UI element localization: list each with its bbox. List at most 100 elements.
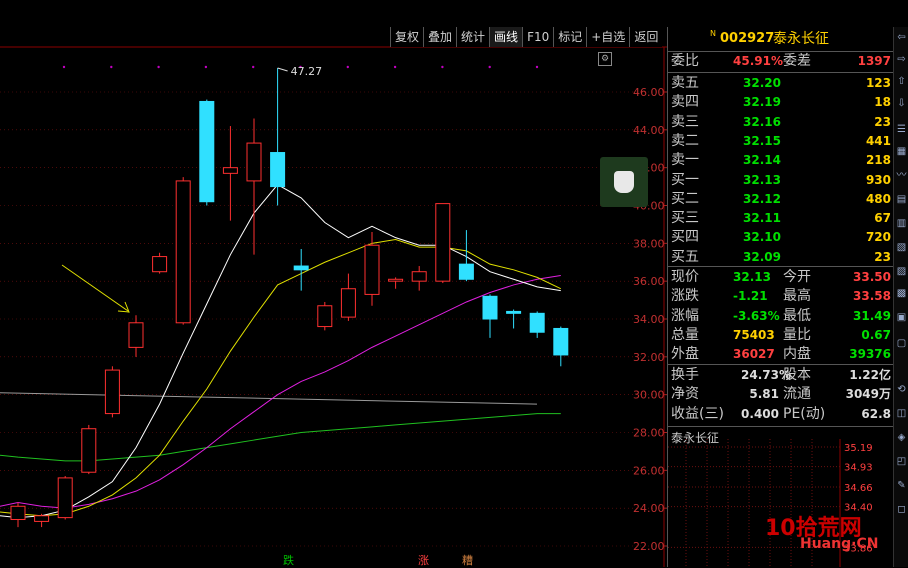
rs-icon[interactable]: ⟲ xyxy=(895,383,908,396)
grid-icon[interactable]: ▦ xyxy=(895,145,908,158)
fuquan-button[interactable]: 复权 xyxy=(390,27,424,47)
list-icon[interactable]: ☰ xyxy=(895,123,908,136)
level-label: 卖二 xyxy=(671,132,699,149)
level-price: 32.15 xyxy=(743,133,781,148)
ma-magenta-line xyxy=(0,274,561,509)
candle-body xyxy=(104,369,120,415)
box-icon[interactable]: ◻ xyxy=(895,503,908,516)
y-tick-label: 30.00 xyxy=(633,389,665,402)
divider xyxy=(668,72,894,73)
arrow-right-icon[interactable]: ⇨ xyxy=(895,53,908,66)
candle-body xyxy=(199,100,215,203)
floating-assistant-button[interactable] xyxy=(600,157,648,207)
candle-body xyxy=(411,271,427,282)
sub-tick-label: 34.93 xyxy=(844,463,873,474)
stat-row: 现价 32.13 今开 33.50 xyxy=(671,268,891,287)
candle-body xyxy=(175,180,191,324)
level-label: 卖四 xyxy=(671,94,699,111)
stat-value: 33.50 xyxy=(853,270,891,284)
y-tick-label: 32.00 xyxy=(633,351,665,364)
arrow-left-icon[interactable]: ⇦ xyxy=(895,31,908,44)
back-button[interactable]: 返回 xyxy=(629,27,663,47)
settings-icon[interactable]: ⚙ xyxy=(598,52,612,66)
panel-icon[interactable]: ▣ xyxy=(895,311,908,324)
divider xyxy=(668,426,894,427)
top-marker-dot xyxy=(110,65,113,69)
draw-line-button[interactable]: 画线 xyxy=(489,27,523,47)
fund-value: 3049万 xyxy=(845,387,891,402)
file-icon[interactable]: ◫ xyxy=(895,407,908,420)
scatter-icon[interactable]: ▨ xyxy=(895,265,908,278)
stat-label: 涨幅 xyxy=(671,307,699,324)
candle-body xyxy=(458,263,474,280)
bid-row: 买四 32.10 720 xyxy=(671,228,891,247)
level-volume: 720 xyxy=(865,230,891,245)
candle-body xyxy=(435,203,451,282)
divider xyxy=(668,364,894,365)
level-volume: 480 xyxy=(865,191,891,206)
candle-body xyxy=(222,167,238,174)
weibi-row: 委比 45.91% 委差 1397 xyxy=(671,52,891,71)
kline-chart[interactable]: 46.0044.0042.0040.0038.0036.0034.0032.00… xyxy=(0,0,668,567)
window-icon[interactable]: ▢ xyxy=(895,337,908,350)
right-toolbar: ⇦ ⇨ ⇧ ⇩ ☰ ▦ 〰 ▤ ▥ ▧ ▨ ▩ ▣ ▢ ⟲ ◫ ◈ ◰ ✎ ◻ xyxy=(893,27,908,567)
sub-tick-label: 34.66 xyxy=(844,483,873,494)
weibi-label: 委比 xyxy=(671,53,699,69)
ask-row: 卖四 32.19 18 xyxy=(671,93,891,112)
fund-label: 流通 xyxy=(783,386,811,403)
arrow-up-icon[interactable]: ⇧ xyxy=(895,75,908,88)
y-tick-label: 22.00 xyxy=(633,540,665,553)
drawn-arrow-line xyxy=(61,264,129,312)
bar-chart-icon[interactable]: ▧ xyxy=(895,241,908,254)
stat-value: 75403 xyxy=(733,327,775,342)
pen-icon[interactable]: ✎ xyxy=(895,479,908,492)
page-icon[interactable]: ◰ xyxy=(895,455,908,468)
stats-button[interactable]: 统计 xyxy=(456,27,490,47)
kline-icon[interactable]: ▤ xyxy=(895,193,908,206)
add-watchlist-button[interactable]: +自选 xyxy=(586,27,630,47)
stat-row: 涨跌 -1.21 最高 33.58 xyxy=(671,287,891,306)
fund-value: 62.8 xyxy=(861,406,891,421)
layout-icon[interactable]: ▩ xyxy=(895,287,908,300)
level-price: 32.14 xyxy=(743,153,781,168)
fund-value: 5.81 xyxy=(749,387,779,402)
candle-body xyxy=(246,142,262,182)
level-volume: 218 xyxy=(865,153,891,168)
stat-label: 总量 xyxy=(671,326,699,343)
arrow-down-icon[interactable]: ⇩ xyxy=(895,97,908,110)
alert-icon[interactable]: ◈ xyxy=(895,431,908,444)
y-tick-label: 28.00 xyxy=(633,427,665,440)
level-label: 买二 xyxy=(671,190,699,207)
bottom-mark-3: 糟 xyxy=(462,554,473,567)
weicha-label: 委差 xyxy=(783,53,811,69)
y-tick-label: 38.00 xyxy=(633,237,665,250)
stock-code: 002927 xyxy=(720,31,775,46)
top-marker-dot xyxy=(535,65,539,69)
top-marker-dot xyxy=(62,65,66,69)
fund-label: 收益(三) xyxy=(671,405,724,422)
candle-body xyxy=(553,327,569,356)
stat-label: 最高 xyxy=(783,288,811,305)
candle-body xyxy=(482,295,498,320)
mark-button[interactable]: 标记 xyxy=(553,27,587,47)
top-marker-dot xyxy=(204,65,208,69)
level-label: 买一 xyxy=(671,171,699,188)
max-price-label: 47.27 xyxy=(291,65,323,78)
y-tick-label: 36.00 xyxy=(633,275,665,288)
candle-body xyxy=(293,265,309,271)
f10-button[interactable]: F10 xyxy=(522,27,554,47)
bid-row: 买二 32.12 480 xyxy=(671,190,891,209)
y-tick-label: 34.00 xyxy=(633,313,665,326)
top-marker-dot xyxy=(252,65,255,69)
stat-label: 今开 xyxy=(783,269,811,285)
table-icon[interactable]: ▥ xyxy=(895,217,908,230)
stat-value: 39376 xyxy=(849,347,891,362)
overlay-button[interactable]: 叠加 xyxy=(423,27,457,47)
level-label: 卖五 xyxy=(671,75,699,91)
y-tick-label: 26.00 xyxy=(633,464,665,477)
level-label: 卖三 xyxy=(671,113,699,130)
level-volume: 23 xyxy=(874,249,891,264)
top-marker-dot xyxy=(488,65,491,69)
candle-body xyxy=(388,278,404,282)
line-chart-icon[interactable]: 〰 xyxy=(895,169,908,182)
